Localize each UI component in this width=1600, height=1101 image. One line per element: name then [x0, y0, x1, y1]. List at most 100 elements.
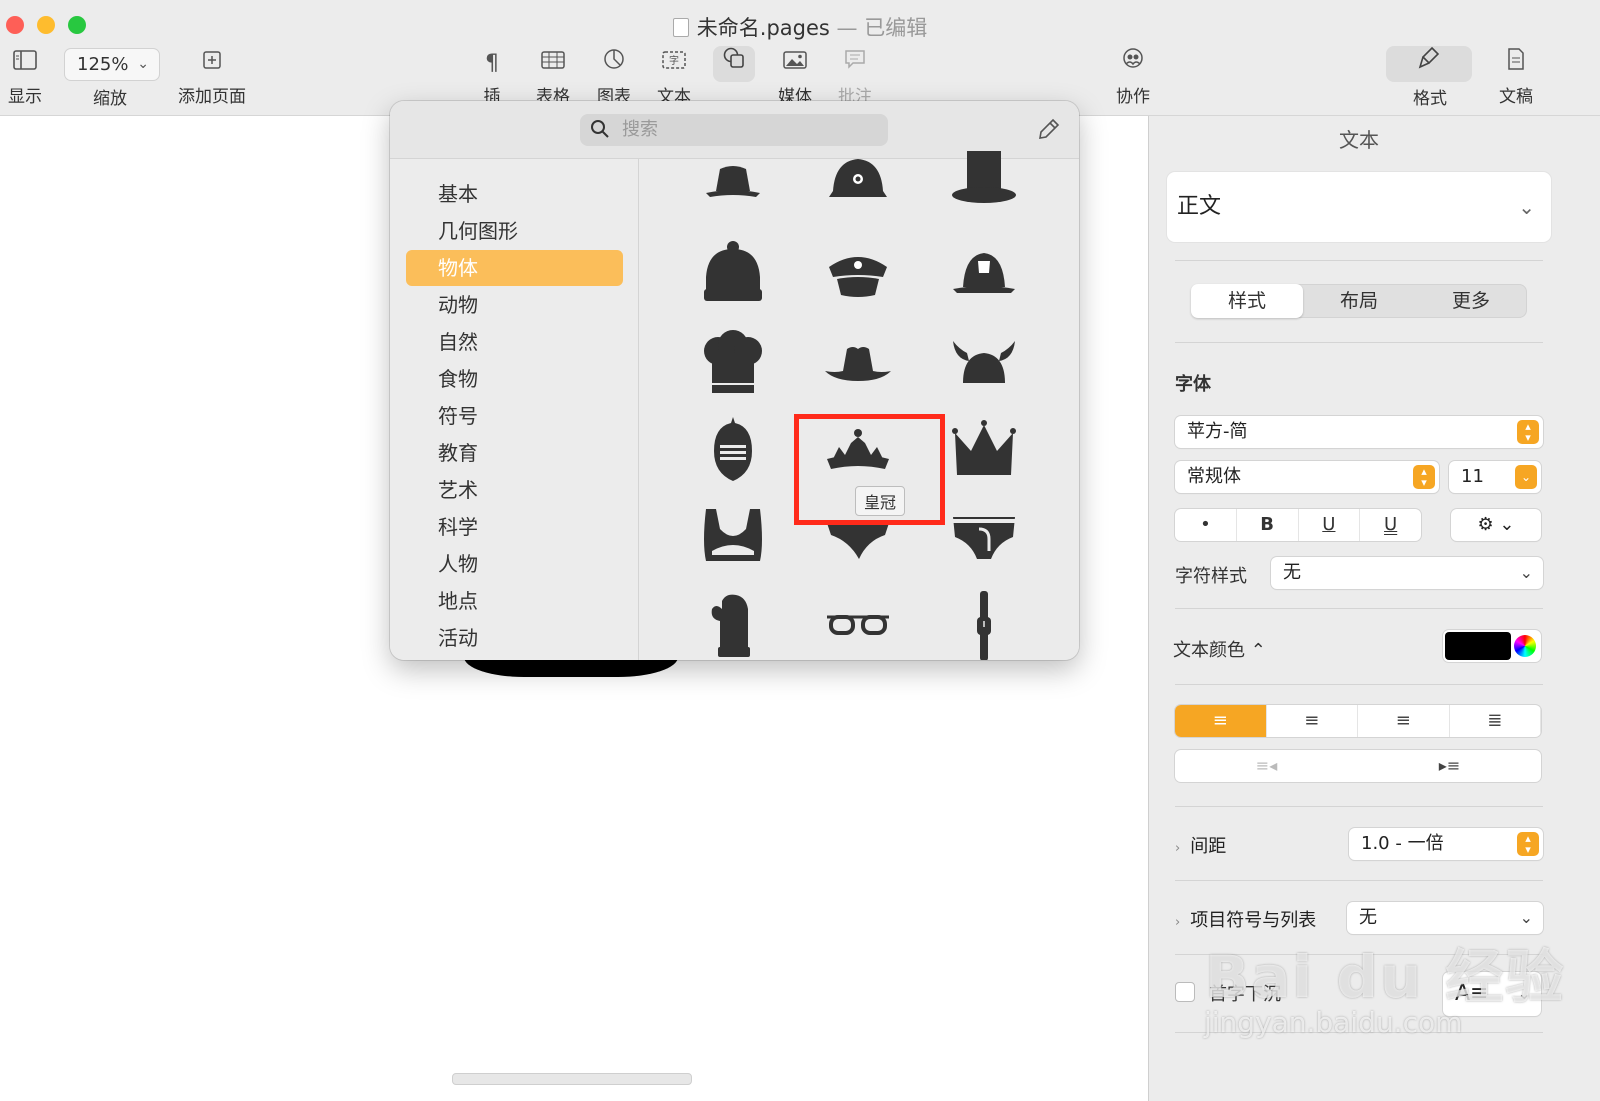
wristwatch-icon[interactable]	[949, 591, 1019, 660]
underline-button[interactable]: U	[1299, 509, 1361, 541]
add-page-button[interactable]: 添加页面	[178, 46, 246, 107]
spacing-label: 间距	[1190, 836, 1227, 857]
align-left-button[interactable]: ≡	[1175, 705, 1267, 737]
indent-buttons: ≡◂ ▸≡	[1175, 750, 1541, 782]
text-color-label[interactable]: 文本颜色 ⌃	[1173, 636, 1266, 662]
spacing-disclosure[interactable]: › 间距	[1175, 832, 1226, 858]
police-helmet-icon[interactable]	[823, 151, 893, 221]
mitten-icon[interactable]	[698, 591, 768, 660]
double-underline-button[interactable]: U	[1360, 509, 1421, 541]
zoom-select[interactable]: 125% ⌄	[64, 48, 160, 81]
category-item[interactable]: 基本	[406, 176, 623, 212]
document-button[interactable]: 文稿	[1498, 46, 1534, 107]
color-swatch[interactable]	[1445, 632, 1511, 660]
text-style-buttons: • B U U	[1175, 509, 1421, 541]
category-item[interactable]: 教育	[406, 435, 623, 471]
typeface-select[interactable]: 常规体 ▴ ▾	[1175, 461, 1439, 493]
divider	[1175, 342, 1543, 343]
category-item[interactable]: 食物	[406, 361, 623, 397]
advanced-options-button[interactable]: ⚙ ⌄	[1451, 509, 1541, 541]
top-hat-icon[interactable]	[949, 151, 1019, 221]
category-item[interactable]: 自然	[406, 324, 623, 360]
bold-button[interactable]: B	[1237, 509, 1299, 541]
category-item-selected[interactable]: 物体	[406, 250, 623, 286]
font-family-select[interactable]: 苹方-简 ▴ ▾	[1175, 416, 1543, 448]
media-button[interactable]: 媒体	[778, 46, 812, 107]
view-button[interactable]: 显示	[8, 46, 42, 107]
spacing-value: 1.0 - 一倍	[1361, 833, 1444, 854]
category-item[interactable]: 几何图形	[406, 213, 623, 249]
draw-pen-icon[interactable]	[1037, 117, 1061, 146]
collaborate-button[interactable]: 协作	[1116, 46, 1150, 107]
tab-more[interactable]: 更多	[1415, 284, 1527, 318]
align-center-button[interactable]: ≡	[1267, 705, 1358, 737]
firefighter-helmet-icon[interactable]	[949, 239, 1019, 309]
bullets-disclosure[interactable]: › 项目符号与列表	[1175, 906, 1316, 932]
bullet-button[interactable]: •	[1175, 509, 1237, 541]
color-wheel-icon[interactable]	[1514, 635, 1536, 657]
category-item[interactable]: 艺术	[406, 472, 623, 508]
tab-layout[interactable]: 布局	[1303, 284, 1415, 318]
char-style-select[interactable]: 无 ⌄	[1271, 557, 1543, 589]
table-button[interactable]: 表格	[536, 46, 570, 107]
category-item[interactable]: 地点	[406, 583, 623, 619]
svg-text:字: 字	[669, 54, 679, 67]
category-item[interactable]: 符号	[406, 398, 623, 434]
sidebar-icon	[8, 46, 42, 82]
zoom-label: 缩放	[93, 89, 127, 109]
category-list: 基本 几何图形 物体 动物 自然 食物 符号 教育 艺术 科学 人物 地点 活动	[390, 159, 639, 660]
category-item[interactable]: 人物	[406, 546, 623, 582]
police-cap-icon[interactable]	[823, 239, 893, 309]
format-label: 格式	[1413, 89, 1447, 109]
text-box-button[interactable]: 字 文本	[657, 46, 691, 107]
viking-helmet-icon[interactable]	[949, 327, 1019, 397]
crown-icon[interactable]	[949, 415, 1019, 485]
shape-button[interactable]	[713, 46, 755, 82]
briefs-icon[interactable]	[949, 503, 1019, 573]
comment-button[interactable]: 批注	[838, 46, 872, 107]
increase-indent-button[interactable]: ▸≡	[1358, 750, 1541, 782]
font-section-label: 字体	[1175, 374, 1211, 395]
spacing-select[interactable]: 1.0 - 一倍 ▴ ▾	[1349, 828, 1543, 860]
justify-button[interactable]: ≣	[1450, 705, 1541, 737]
bullets-value: 无	[1359, 907, 1377, 928]
comment-icon	[838, 46, 872, 82]
tab-style[interactable]: 样式	[1191, 284, 1303, 318]
alignment-buttons: ≡ ≡ ≡ ≣	[1175, 705, 1541, 737]
font-size-field[interactable]: 11 ⌄	[1449, 461, 1541, 493]
paragraph-style-select[interactable]: 正文 ⌄	[1167, 172, 1551, 242]
disclosure-triangle-icon: ›	[1175, 915, 1181, 930]
shape-grid	[640, 151, 1079, 660]
chef-hat-icon[interactable]	[698, 327, 768, 397]
chart-button[interactable]: 图表	[597, 46, 631, 107]
stepper-icon: ▴ ▾	[1413, 465, 1435, 489]
search-field[interactable]: 搜索	[580, 114, 888, 146]
char-style-value: 无	[1283, 562, 1301, 583]
shape-icon	[713, 46, 755, 82]
glasses-icon[interactable]	[823, 591, 893, 660]
align-right-button[interactable]: ≡	[1358, 705, 1450, 737]
category-item[interactable]: 动物	[406, 287, 623, 323]
chevron-down-icon: ⌄	[1518, 195, 1535, 219]
paintbrush-icon	[1386, 46, 1472, 82]
text-color-well[interactable]	[1443, 630, 1541, 662]
beanie-icon[interactable]	[698, 239, 768, 309]
knight-helmet-icon[interactable]	[698, 415, 768, 485]
page-thumbnail-stub	[452, 1073, 692, 1085]
category-item[interactable]: 活动	[406, 620, 623, 656]
sports-bra-icon[interactable]	[698, 503, 768, 573]
category-item[interactable]: 科学	[406, 509, 623, 545]
fedora-hat-icon[interactable]	[698, 151, 768, 221]
decrease-indent-button[interactable]: ≡◂	[1175, 750, 1358, 782]
chevron-down-icon: ⌄	[1515, 465, 1537, 489]
shape-tooltip: 皇冠	[855, 486, 906, 516]
toolbar: 未命名.pages — 已编辑 显示 125% ⌄ 缩放 添加页面 ¶ 插入 表…	[0, 0, 1600, 132]
document-name: 未命名.pages	[696, 16, 830, 40]
search-icon	[590, 119, 610, 144]
chart-icon	[597, 46, 631, 82]
cowboy-hat-icon[interactable]	[823, 327, 893, 397]
text-box-icon: 字	[657, 46, 691, 82]
format-button[interactable]	[1386, 46, 1472, 82]
paragraph-icon: ¶	[485, 51, 499, 76]
dropcap-checkbox[interactable]	[1175, 982, 1195, 1002]
